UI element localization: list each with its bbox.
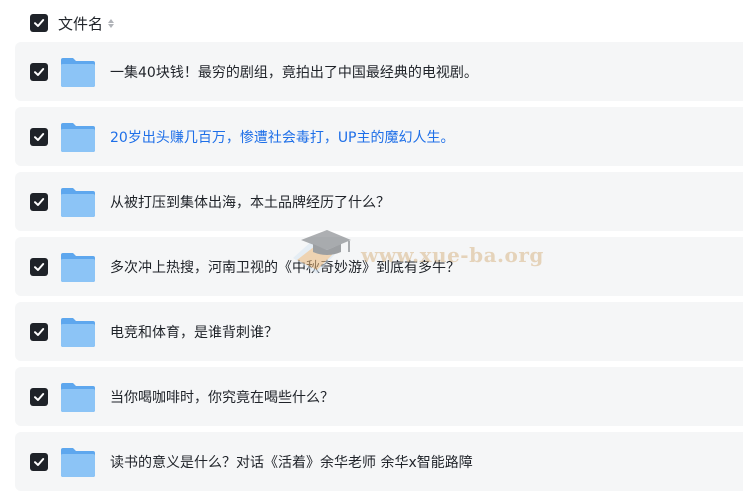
file-name[interactable]: 读书的意义是什么？对话《活着》余华老师 余华x智能路障	[110, 452, 473, 472]
file-list-header: 文件名	[30, 12, 115, 34]
folder-icon	[61, 252, 95, 282]
folder-icon	[61, 57, 95, 87]
sort-icon[interactable]	[108, 18, 115, 28]
file-name[interactable]: 当你喝咖啡时，你究竟在喝些什么？	[110, 387, 334, 407]
row-checkbox[interactable]	[30, 192, 48, 211]
file-row[interactable]: 20岁出头赚几百万，惨遭社会毒打，UP主的魔幻人生。	[15, 107, 743, 166]
check-icon	[34, 67, 45, 76]
check-icon	[34, 392, 45, 401]
file-row[interactable]: 当你喝咖啡时，你究竟在喝些什么？	[15, 367, 743, 426]
folder-icon	[61, 317, 95, 347]
row-checkbox[interactable]	[30, 257, 48, 276]
folder-icon	[61, 447, 95, 477]
filename-column-header[interactable]: 文件名	[58, 13, 103, 34]
check-icon	[34, 19, 45, 27]
file-name[interactable]: 一集40块钱！最穷的剧组，竟拍出了中国最经典的电视剧。	[110, 62, 478, 82]
select-all-checkbox[interactable]	[30, 14, 48, 32]
file-row[interactable]: 从被打压到集体出海，本土品牌经历了什么？	[15, 172, 743, 231]
file-name[interactable]: 电竞和体育，是谁背刺谁？	[110, 322, 278, 342]
check-icon	[34, 197, 45, 206]
folder-icon	[61, 187, 95, 217]
row-checkbox[interactable]	[30, 62, 48, 81]
check-icon	[34, 262, 45, 271]
row-checkbox[interactable]	[30, 322, 48, 341]
check-icon	[34, 327, 45, 336]
file-name[interactable]: 多次冲上热搜，河南卫视的《中秋奇妙游》到底有多牛？	[110, 257, 460, 277]
file-name-link[interactable]: 20岁出头赚几百万，惨遭社会毒打，UP主的魔幻人生。	[110, 127, 455, 147]
file-row[interactable]: 多次冲上热搜，河南卫视的《中秋奇妙游》到底有多牛？	[15, 237, 743, 296]
file-row[interactable]: 一集40块钱！最穷的剧组，竟拍出了中国最经典的电视剧。	[15, 42, 743, 101]
folder-icon	[61, 382, 95, 412]
row-checkbox[interactable]	[30, 127, 48, 146]
folder-icon	[61, 122, 95, 152]
file-row[interactable]: 电竞和体育，是谁背刺谁？	[15, 302, 743, 361]
file-row[interactable]: 读书的意义是什么？对话《活着》余华老师 余华x智能路障	[15, 432, 743, 491]
file-name[interactable]: 从被打压到集体出海，本土品牌经历了什么？	[110, 192, 390, 212]
check-icon	[34, 132, 45, 141]
row-checkbox[interactable]	[30, 387, 48, 406]
check-icon	[34, 457, 45, 466]
row-checkbox[interactable]	[30, 452, 48, 471]
